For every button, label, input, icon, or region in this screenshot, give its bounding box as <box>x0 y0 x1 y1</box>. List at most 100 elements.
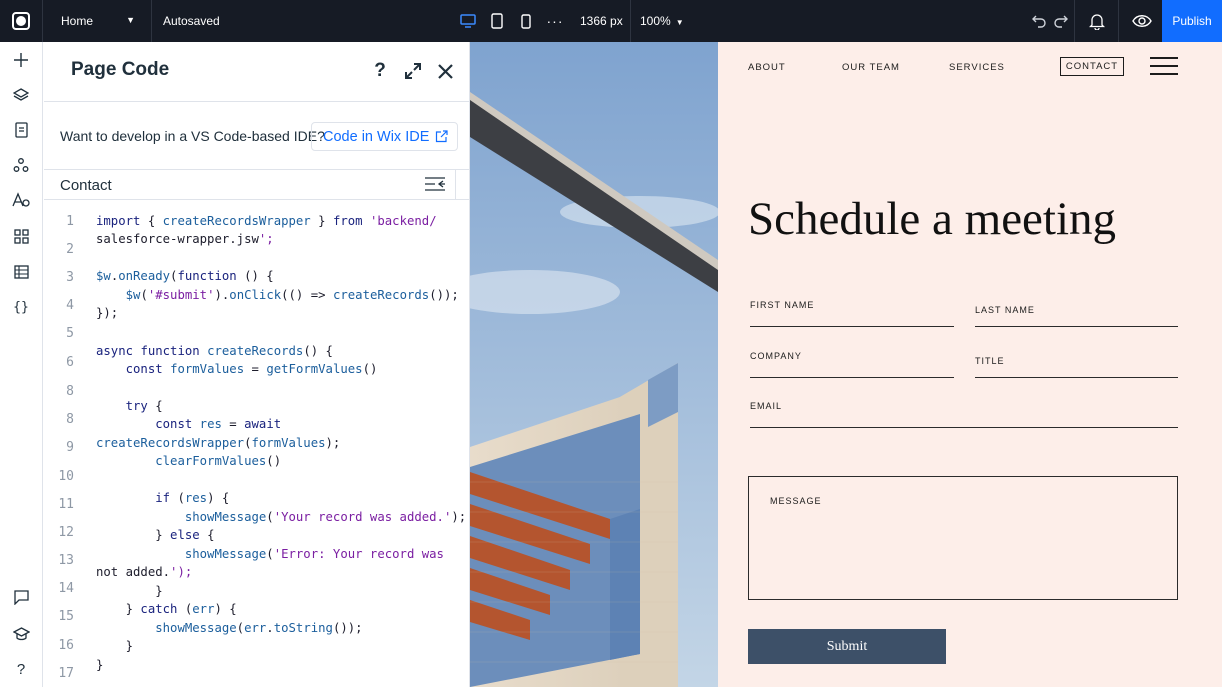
code-line: const res = await <box>155 417 282 431</box>
notifications-bell-icon[interactable] <box>1088 12 1106 30</box>
code-line: } catch (err) { <box>96 602 237 616</box>
line-number: 12 <box>58 525 74 540</box>
learn-icon[interactable] <box>11 624 31 644</box>
code-line: showMessage(err.toString()); <box>155 621 363 635</box>
apps-icon[interactable] <box>11 155 31 175</box>
nav-our-team[interactable]: OUR TEAM <box>842 62 900 73</box>
more-icon[interactable]: ··· <box>546 12 564 30</box>
code-line: import { createRecordsWrapper } from 'ba… <box>96 214 437 228</box>
line-number: 13 <box>58 553 74 568</box>
zoom-selector[interactable]: 100% ▼ <box>640 14 684 28</box>
message-label: MESSAGE <box>770 496 822 506</box>
line-number: 2 <box>66 242 74 257</box>
line-number: 10 <box>58 469 74 484</box>
building-photo[interactable] <box>470 42 718 687</box>
nav-services[interactable]: SERVICES <box>949 62 1005 73</box>
hamburger-menu-icon[interactable] <box>1150 57 1178 75</box>
line-number: 9 <box>66 440 74 455</box>
add-icon[interactable] <box>11 50 31 70</box>
message-field[interactable]: MESSAGE <box>748 476 1178 600</box>
code-line: }); <box>96 306 119 320</box>
nav-about[interactable]: ABOUT <box>748 62 786 73</box>
first-name-label: FIRST NAME <box>750 300 815 310</box>
submit-button[interactable]: Submit <box>748 629 946 664</box>
company-field[interactable] <box>750 377 954 378</box>
building-image <box>470 42 718 687</box>
file-tab-contact[interactable]: Contact <box>60 177 112 194</box>
desktop-view-icon[interactable] <box>459 12 477 30</box>
left-rail: {} ? <box>0 42 43 687</box>
mobile-view-icon[interactable] <box>517 12 535 30</box>
page-code-panel: Page Code ? Want to develop in a VS Code… <box>44 42 470 687</box>
code-line: } <box>96 584 163 598</box>
line-number: 5 <box>66 326 74 341</box>
code-line: createRecordsWrapper(formValues); <box>96 436 341 450</box>
design-icon[interactable] <box>11 190 31 210</box>
widgets-icon[interactable] <box>11 226 31 246</box>
redo-icon[interactable] <box>1052 12 1070 30</box>
code-line: } <box>96 639 134 653</box>
line-number: 14 <box>58 581 74 596</box>
last-name-field[interactable] <box>975 326 1178 327</box>
divider <box>44 169 470 170</box>
code-line: const formValues = getFormValues() <box>125 362 378 376</box>
line-number: 8 <box>66 384 74 399</box>
expand-icon[interactable] <box>403 61 423 81</box>
undo-icon[interactable] <box>1030 12 1048 30</box>
code-in-wix-ide-button[interactable]: Code in Wix IDE <box>311 122 458 151</box>
title-label: TITLE <box>975 356 1005 366</box>
email-label: EMAIL <box>750 401 783 411</box>
line-number: 6 <box>66 355 74 370</box>
code-line: $w('#submit').onClick(() => createRecord… <box>125 288 459 302</box>
wix-logo-icon[interactable] <box>0 0 43 42</box>
code-line: } <box>96 658 104 672</box>
line-number: 1 <box>66 214 74 229</box>
company-label: COMPANY <box>750 351 802 361</box>
code-line: } else { <box>96 528 215 542</box>
divider <box>630 0 631 42</box>
divider <box>44 199 470 200</box>
nav-contact[interactable]: CONTACT <box>1060 57 1124 76</box>
divider <box>1074 0 1075 42</box>
close-icon[interactable] <box>435 61 455 81</box>
help-icon[interactable]: ? <box>11 659 31 679</box>
zoom-value: 100% <box>640 14 671 28</box>
line-number: 16 <box>58 638 74 653</box>
code-braces-icon[interactable]: {} <box>11 297 31 317</box>
line-number: 3 <box>66 270 74 285</box>
pages-icon[interactable] <box>11 120 31 140</box>
code-line: not added.'); <box>96 565 193 579</box>
layers-icon[interactable] <box>11 85 31 105</box>
properties-panel-icon[interactable] <box>424 175 448 195</box>
publish-button[interactable]: Publish <box>1162 0 1222 42</box>
code-line: try { <box>125 399 163 413</box>
width-readout: 1366 px <box>580 14 623 28</box>
preview-eye-icon[interactable] <box>1131 12 1153 30</box>
code-line: async function createRecords() { <box>96 344 333 358</box>
divider <box>1118 0 1119 42</box>
chevron-down-icon: ▼ <box>675 18 684 27</box>
ide-question: Want to develop in a VS Code-based IDE? <box>60 128 325 144</box>
line-number: 17 <box>58 666 74 681</box>
cms-table-icon[interactable] <box>11 262 31 282</box>
page-selector[interactable]: Home ▼ <box>43 0 152 42</box>
last-name-label: LAST NAME <box>975 305 1035 315</box>
site-preview: ABOUT OUR TEAM SERVICES CONTACT Schedule… <box>718 42 1222 687</box>
chevron-down-icon: ▼ <box>126 15 135 25</box>
first-name-field[interactable] <box>750 326 954 327</box>
line-number: 11 <box>58 497 74 512</box>
divider <box>455 170 456 200</box>
panel-title: Page Code <box>71 59 170 80</box>
email-field[interactable] <box>750 427 1178 428</box>
code-line: showMessage('Your record was added.'); <box>184 510 467 524</box>
help-icon[interactable]: ? <box>370 60 390 81</box>
title-field[interactable] <box>975 377 1178 378</box>
chat-icon[interactable] <box>11 587 31 607</box>
page-selector-label: Home <box>61 14 94 28</box>
code-line: salesforce-wrapper.jsw'; <box>96 232 274 246</box>
ide-button-label: Code in Wix IDE <box>323 128 430 145</box>
line-number: 8 <box>66 412 74 427</box>
tablet-view-icon[interactable] <box>488 12 506 30</box>
line-number: 4 <box>66 298 74 313</box>
divider <box>44 101 470 102</box>
